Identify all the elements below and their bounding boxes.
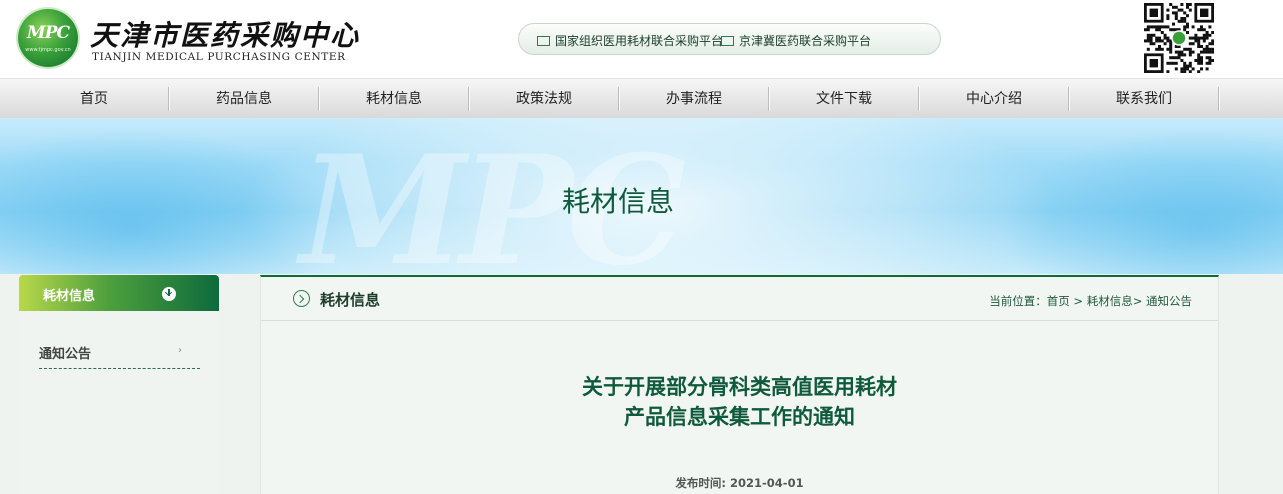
main-nav: 首页 药品信息 耗材信息 政策法规 办事流程 文件下载 中心介绍 联系我们: [0, 78, 1283, 118]
chevron-right-icon: ›: [178, 345, 182, 356]
banner-title: 耗材信息: [561, 185, 674, 218]
site-title[interactable]: 天津市医药采购中心: [90, 14, 360, 54]
sidebar-item-notices[interactable]: 通知公告 ›: [39, 341, 200, 369]
section-title: 耗材信息: [320, 291, 381, 309]
sidebar-header-label: 耗材信息: [43, 289, 96, 304]
platform-links-bar: 国家组织医用耗材联合采购平台 京津冀医药联合采购平台: [518, 23, 941, 55]
page-banner: MPC 耗材信息: [0, 118, 1283, 274]
sidebar-item-label: 通知公告: [39, 347, 92, 362]
window-icon: [537, 35, 550, 46]
nav-item-procedures[interactable]: 办事流程: [619, 79, 769, 119]
arrow-right-circle-icon: [293, 290, 310, 307]
nav-item-home[interactable]: 首页: [19, 79, 169, 119]
section-header: 耗材信息 当前位置：首页 > 耗材信息> 通知公告: [261, 277, 1218, 321]
article-title: 关于开展部分骨科类高值医用耗材 产品信息采集工作的通知: [261, 372, 1218, 432]
platform-link-label: 国家组织医用耗材联合采购平台: [555, 34, 724, 48]
nav-item-downloads[interactable]: 文件下载: [769, 79, 919, 119]
breadcrumb[interactable]: 当前位置：首页 > 耗材信息> 通知公告: [989, 293, 1192, 309]
nav-divider: [1218, 87, 1220, 111]
article-title-line: 产品信息采集工作的通知: [624, 405, 855, 429]
nav-item-policies[interactable]: 政策法规: [469, 79, 619, 119]
sidebar: 通知公告 ›: [19, 311, 219, 494]
nav-item-about[interactable]: 中心介绍: [919, 79, 1069, 119]
publish-time: 发布时间: 2021-04-01: [675, 476, 804, 490]
arrow-down-circle-icon: [162, 287, 176, 301]
platform-link-label: 京津冀医药联合采购平台: [739, 34, 872, 48]
article-title-line: 关于开展部分骨科类高值医用耗材: [582, 375, 897, 399]
platform-link-jingjinji[interactable]: 京津冀医药联合采购平台: [721, 32, 871, 49]
window-icon: [721, 35, 734, 46]
sidebar-header[interactable]: 耗材信息: [19, 275, 219, 311]
platform-link-national[interactable]: 国家组织医用耗材联合采购平台: [537, 32, 723, 49]
qr-code-icon: [1144, 3, 1214, 73]
mpc-logo-icon[interactable]: MPC www.tjmpc.gov.cn: [18, 9, 78, 67]
nav-item-drug-info[interactable]: 药品信息: [169, 79, 319, 119]
nav-item-contact[interactable]: 联系我们: [1069, 79, 1219, 119]
logo-url: www.tjmpc.gov.cn: [25, 47, 71, 53]
nav-item-consumables-info[interactable]: 耗材信息: [319, 79, 469, 119]
logo-mark: MPC: [26, 23, 70, 43]
site-header: MPC www.tjmpc.gov.cn 天津市医药采购中心 TIANJIN M…: [0, 0, 1283, 78]
site-subtitle: TIANJIN MEDICAL PURCHASING CENTER: [92, 51, 346, 63]
main-content: 耗材信息 当前位置：首页 > 耗材信息> 通知公告 关于开展部分骨科类高值医用耗…: [260, 275, 1219, 494]
